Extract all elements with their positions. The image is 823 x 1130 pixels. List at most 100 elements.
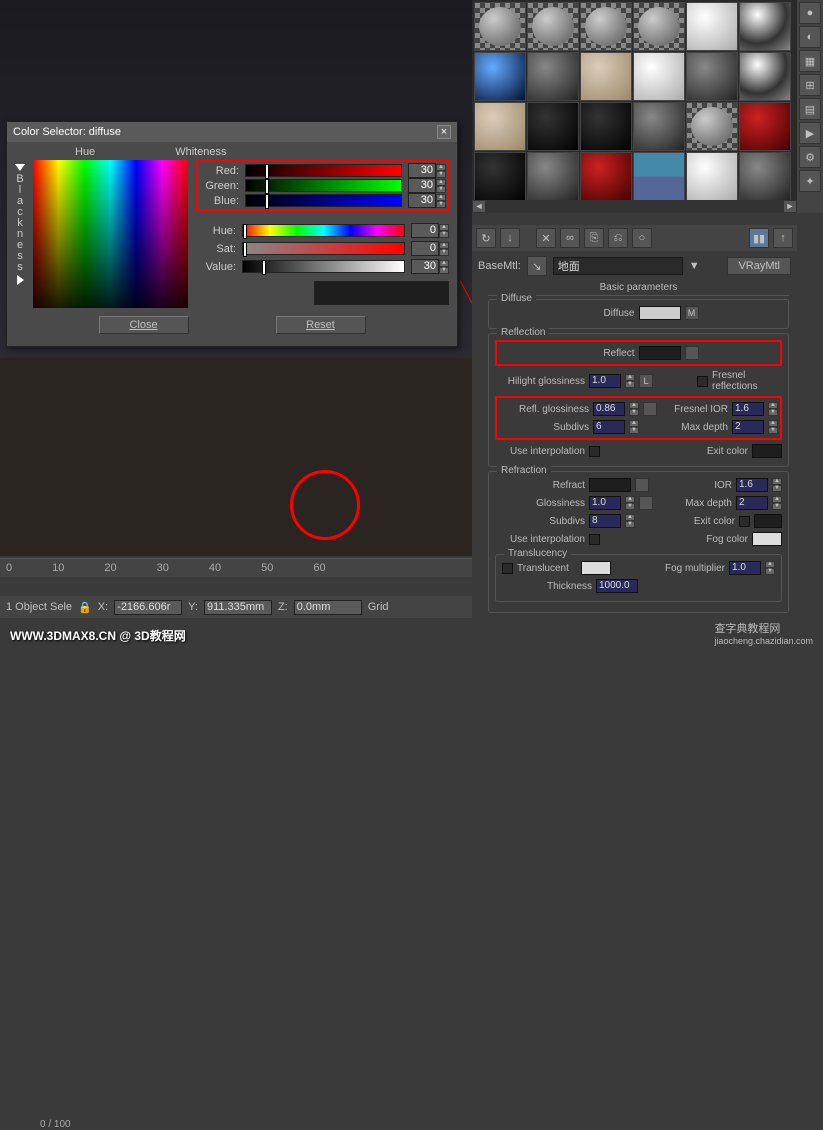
material-slot[interactable]	[474, 102, 526, 151]
fog-mult-input[interactable]: 1.0	[729, 561, 761, 575]
translucent-swatch[interactable]	[581, 561, 611, 575]
material-slot[interactable]	[527, 152, 579, 201]
diffuse-map-button[interactable]: M	[685, 306, 699, 320]
material-slot[interactable]	[739, 102, 791, 151]
spin-down-icon[interactable]: ▼	[772, 503, 782, 510]
preview-icon[interactable]: ▶	[799, 122, 821, 144]
material-slot[interactable]	[474, 152, 526, 201]
get-material-icon[interactable]: ↻	[476, 228, 496, 248]
spin-up-icon[interactable]: ▲	[768, 420, 778, 427]
spin-up-icon[interactable]: ▲	[772, 478, 782, 485]
spin-down-icon[interactable]: ▼	[772, 485, 782, 492]
spin-up-icon[interactable]: ▲	[768, 402, 778, 409]
material-slot[interactable]	[739, 152, 791, 201]
subdivs-input[interactable]: 6	[593, 420, 625, 434]
dropdown-icon[interactable]: ▼	[689, 260, 700, 272]
reset-map-icon[interactable]: ∞	[560, 228, 580, 248]
spin-down-icon[interactable]: ▼	[625, 381, 635, 388]
background-icon[interactable]: ▦	[799, 50, 821, 72]
material-slot[interactable]	[686, 52, 738, 101]
refr-subdivs-input[interactable]: 8	[589, 514, 621, 528]
material-name-input[interactable]	[553, 257, 683, 275]
material-slot[interactable]	[686, 152, 738, 201]
refr-exit-checkbox[interactable]	[739, 516, 750, 527]
spin-down-icon[interactable]: ▼	[625, 503, 635, 510]
spin-up-icon[interactable]: ▲	[629, 420, 639, 427]
material-slot[interactable]	[527, 2, 579, 51]
hue-value[interactable]: 0	[411, 223, 439, 238]
material-slot[interactable]	[580, 102, 632, 151]
thickness-input[interactable]: 1000.0	[596, 579, 638, 593]
hilight-gloss-input[interactable]: 1.0	[589, 374, 621, 388]
material-scrollbar[interactable]: ◄ ►	[472, 200, 797, 213]
spin-down-icon[interactable]: ▼	[439, 249, 449, 256]
refr-maxdepth-input[interactable]: 2	[736, 496, 768, 510]
options-icon[interactable]: ⚙	[799, 146, 821, 168]
spin-down-icon[interactable]: ▼	[768, 409, 778, 416]
blue-slider[interactable]	[245, 194, 402, 207]
lock-icon[interactable]: 🔒	[78, 601, 92, 614]
assign-to-selection-icon[interactable]: ✕	[536, 228, 556, 248]
x-coord-input[interactable]: -2166.606r	[114, 600, 182, 615]
spin-down-icon[interactable]: ▼	[436, 201, 446, 208]
y-coord-input[interactable]: 911.335mm	[204, 600, 272, 615]
exit-color-swatch[interactable]	[752, 444, 782, 458]
spin-down-icon[interactable]: ▼	[629, 409, 639, 416]
material-type-button[interactable]: VRayMtl	[727, 257, 791, 275]
make-copy-icon[interactable]: ⎘	[584, 228, 604, 248]
spin-up-icon[interactable]: ▲	[439, 260, 449, 267]
material-slot[interactable]	[527, 52, 579, 101]
spin-down-icon[interactable]: ▼	[436, 186, 446, 193]
pick-material-icon[interactable]: ↘	[527, 256, 547, 276]
refl-gloss-map-button[interactable]	[643, 402, 657, 416]
val-value[interactable]: 30	[411, 259, 439, 274]
refract-map-button[interactable]	[635, 478, 649, 492]
spin-down-icon[interactable]: ▼	[436, 171, 446, 178]
material-slot[interactable]	[686, 2, 738, 51]
material-slot[interactable]	[474, 52, 526, 101]
material-slot[interactable]	[633, 152, 685, 201]
refl-gloss-input[interactable]: 0.86	[593, 402, 625, 416]
sat-slider[interactable]	[242, 242, 405, 255]
red-value[interactable]: 30	[408, 163, 436, 178]
video-check-icon[interactable]: ▤	[799, 98, 821, 120]
scroll-right-icon[interactable]: ►	[783, 200, 797, 213]
color-spectrum[interactable]	[33, 160, 188, 308]
time-ruler[interactable]: 0 10 20 30 40 50 60	[0, 559, 472, 577]
make-unique-icon[interactable]: ⎌	[608, 228, 628, 248]
ior-input[interactable]: 1.6	[736, 478, 768, 492]
material-slot[interactable]	[527, 102, 579, 151]
backlight-icon[interactable]: ◐	[799, 26, 821, 48]
z-coord-input[interactable]: 0.0mm	[294, 600, 362, 615]
material-slot[interactable]	[633, 102, 685, 151]
sat-value[interactable]: 0	[411, 241, 439, 256]
spin-up-icon[interactable]: ▲	[765, 561, 775, 568]
material-slot[interactable]	[474, 2, 526, 51]
scroll-left-icon[interactable]: ◄	[472, 200, 486, 213]
spin-down-icon[interactable]: ▼	[765, 568, 775, 575]
fog-color-swatch[interactable]	[752, 532, 782, 546]
glossiness-map-button[interactable]	[639, 496, 653, 510]
put-to-scene-icon[interactable]: ↓	[500, 228, 520, 248]
material-slot[interactable]	[633, 52, 685, 101]
spin-down-icon[interactable]: ▼	[768, 427, 778, 434]
go-to-parent-icon[interactable]: ↑	[773, 228, 793, 248]
close-button[interactable]: Close	[99, 316, 189, 334]
dialog-titlebar[interactable]: Color Selector: diffuse ×	[7, 122, 457, 142]
sample-type-icon[interactable]: ●	[799, 2, 821, 24]
spin-down-icon[interactable]: ▼	[629, 427, 639, 434]
hue-slider[interactable]	[242, 224, 405, 237]
spin-up-icon[interactable]: ▲	[625, 374, 635, 381]
glossiness-input[interactable]: 1.0	[589, 496, 621, 510]
material-slot[interactable]	[686, 102, 738, 151]
select-by-mat-icon[interactable]: ✦	[799, 170, 821, 192]
material-slot[interactable]	[580, 52, 632, 101]
material-slot[interactable]	[739, 52, 791, 101]
material-slot[interactable]	[739, 2, 791, 51]
green-value[interactable]: 30	[408, 178, 436, 193]
spin-up-icon[interactable]: ▲	[625, 496, 635, 503]
value-slider[interactable]	[242, 260, 405, 273]
green-slider[interactable]	[245, 179, 402, 192]
max-depth-input[interactable]: 2	[732, 420, 764, 434]
sample-uv-icon[interactable]: ⊞	[799, 74, 821, 96]
